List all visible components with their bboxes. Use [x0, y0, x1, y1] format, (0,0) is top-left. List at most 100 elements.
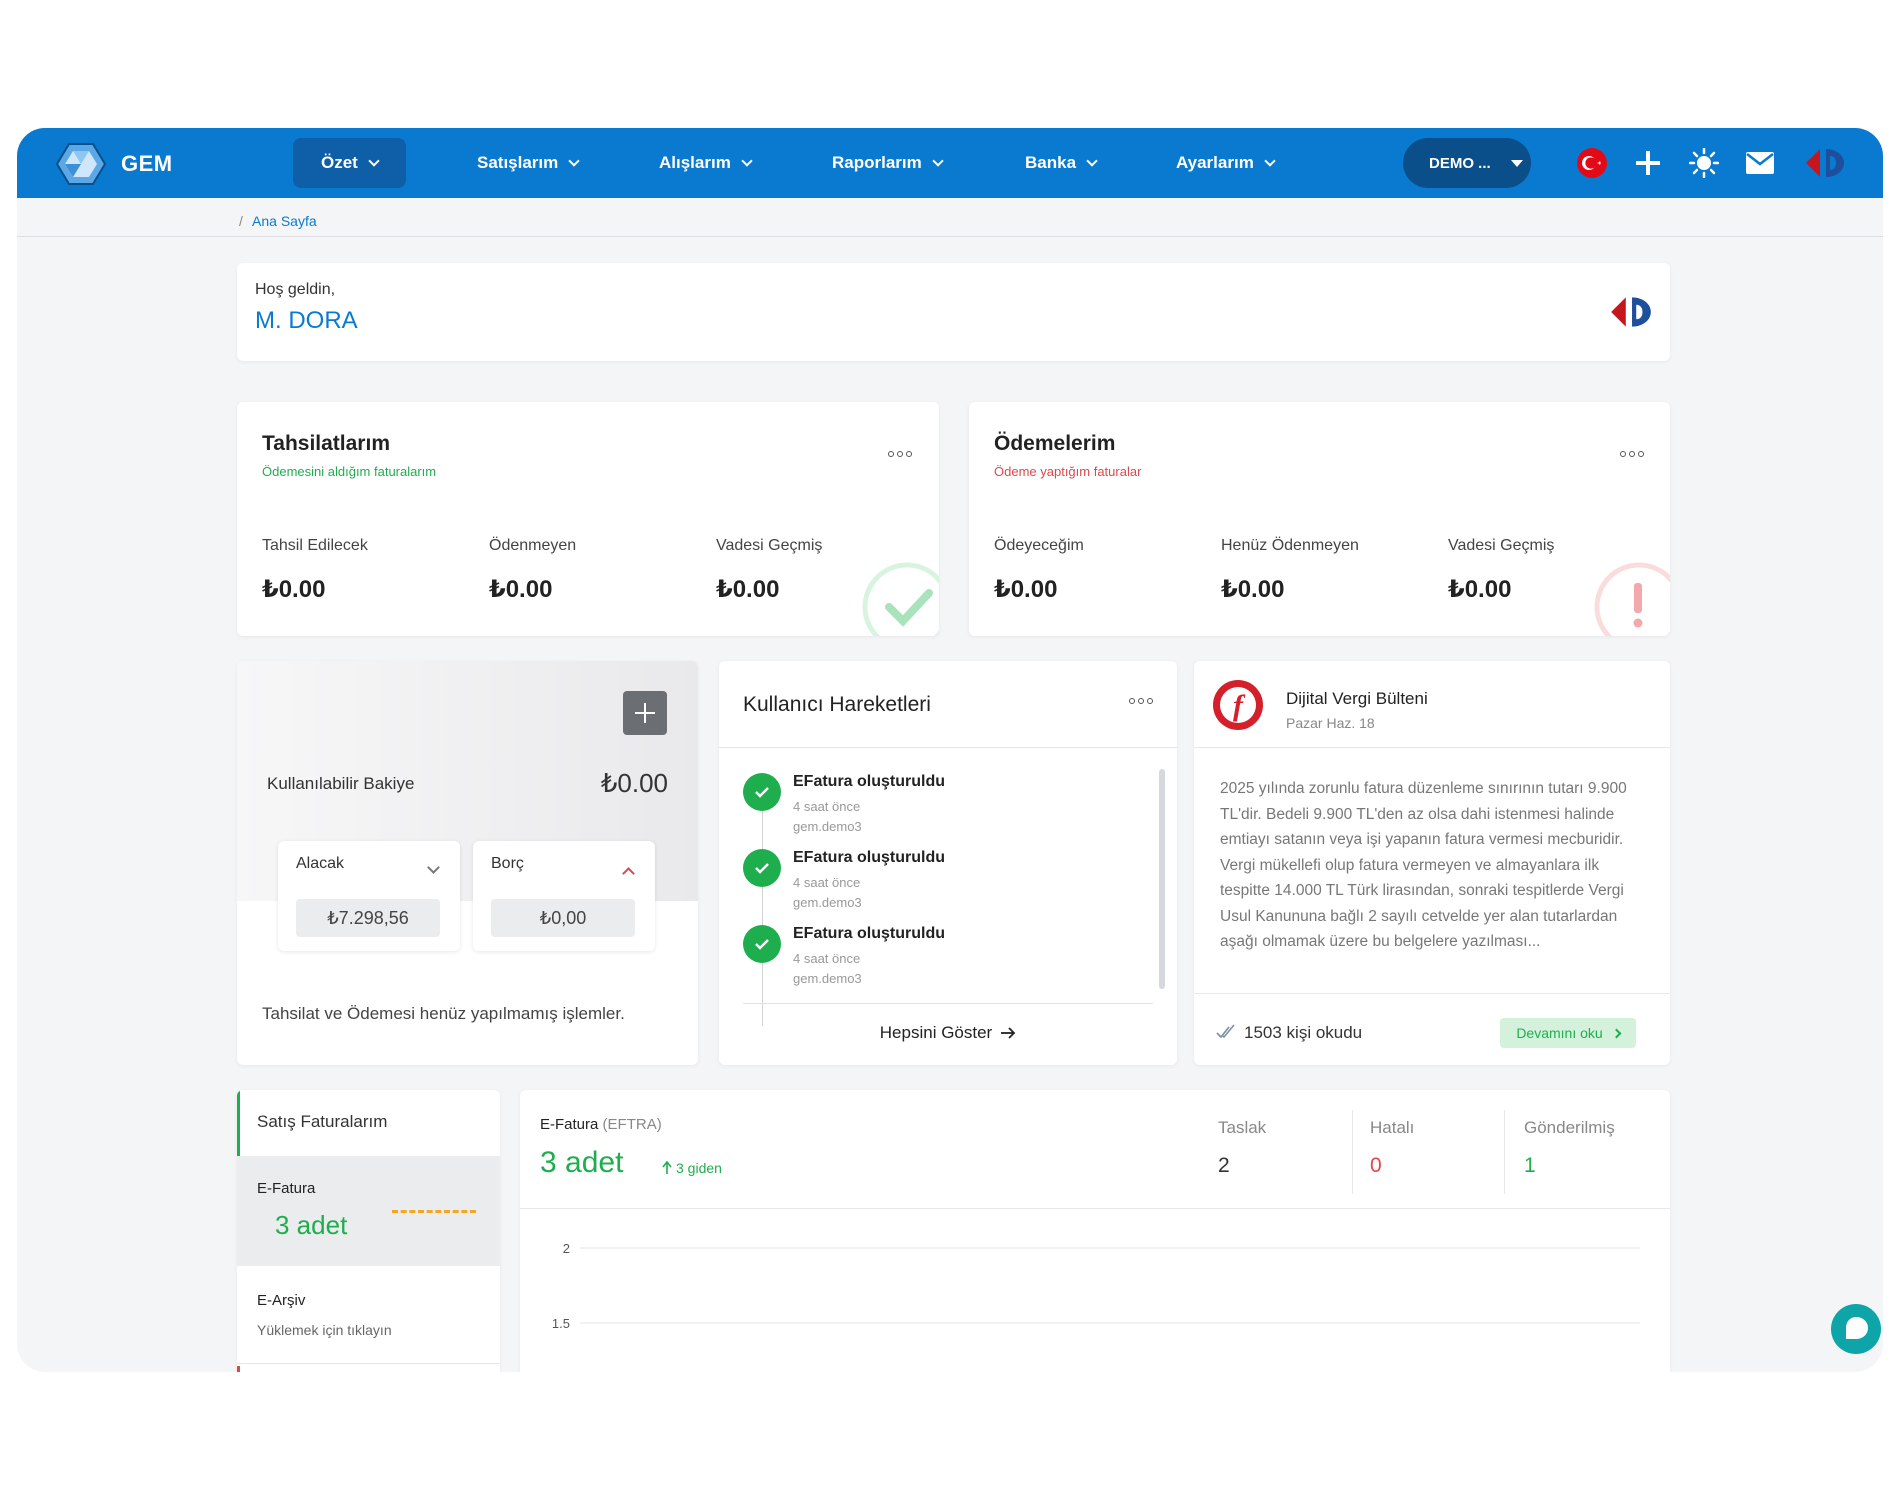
odeme-subtitle: Ödeme yaptığım faturalar [994, 464, 1142, 479]
stat-hatali-value: 0 [1370, 1154, 1382, 1177]
chevron-down-icon [1086, 154, 1098, 167]
tahsilat-card: Tahsilatlarım Ödemesini aldığım faturala… [237, 402, 939, 636]
news-card: f Dijital Vergi Bülteni Pazar Haz. 18 20… [1194, 661, 1670, 1065]
divider [719, 747, 1177, 748]
divider [520, 1208, 1670, 1209]
welcome-card: Hoş geldin, M. DORA [237, 263, 1670, 361]
brand-logo[interactable]: GEM [55, 142, 173, 186]
sun-icon[interactable] [1688, 147, 1720, 179]
chevron-down-icon [427, 861, 440, 874]
breadcrumb-divider [17, 236, 1883, 237]
caret-down-icon [1510, 159, 1523, 167]
check-icon [743, 925, 781, 963]
nav-ayarlarim[interactable]: Ayarlarım [1148, 138, 1302, 188]
tab-e-fatura[interactable]: E-Fatura 3 adet [237, 1156, 500, 1266]
arrow-up-icon [662, 1161, 672, 1174]
breadcrumb-separator: / [239, 213, 243, 229]
warning-circle-icon [1594, 562, 1670, 636]
check-circle-icon [862, 562, 939, 636]
indicator [237, 1366, 240, 1372]
tab-e-fatura-label: E-Fatura [257, 1180, 316, 1197]
activity-item-user: gem.demo3 [793, 895, 862, 910]
invoice-count: 3 adet [540, 1146, 624, 1179]
chevron-down-icon [1264, 154, 1276, 167]
chevron-down-icon [368, 154, 380, 167]
breadcrumb: / Ana Sayfa [239, 213, 317, 229]
alacak-value: ₺7.298,56 [296, 899, 440, 937]
tab-e-arsiv[interactable]: E-Arşiv Yüklemek için tıklayın [237, 1266, 500, 1364]
tahsilat-stat-label: Ödenmeyen [489, 537, 577, 554]
nav-raporlarim[interactable]: Raporlarım [804, 138, 970, 188]
more-options-icon[interactable] [1129, 698, 1153, 704]
timeline-line [762, 791, 763, 1026]
invoice-type: E-Fatura [540, 1116, 599, 1133]
divider [743, 1003, 1153, 1004]
chat-bubble-icon [1846, 1317, 1868, 1339]
borc-label: Borç [491, 855, 524, 872]
read-more-label: Devamını oku [1516, 1025, 1603, 1041]
chevron-down-icon [568, 154, 580, 167]
odeme-stat-label: Vadesi Geçmiş [1448, 537, 1555, 554]
tab-e-fatura-value: 3 adet [275, 1210, 348, 1240]
borc-value: ₺0,00 [491, 899, 635, 937]
activity-scrollbar[interactable] [1159, 769, 1165, 989]
more-options-icon[interactable] [888, 451, 912, 457]
stat-gonderilmis-value: 1 [1524, 1154, 1536, 1177]
welcome-greeting: Hoş geldin, [255, 281, 336, 298]
plus-icon [635, 703, 655, 723]
add-balance-button[interactable] [623, 691, 667, 735]
divider [1194, 747, 1670, 748]
chevron-up-icon [622, 867, 635, 880]
balance-label: Kullanılabilir Bakiye [267, 774, 415, 793]
chevron-right-icon [1611, 1028, 1622, 1038]
news-date: Pazar Haz. 18 [1286, 715, 1375, 731]
show-all-link[interactable]: Hepsini Göster [719, 1023, 1177, 1043]
activity-card: Kullanıcı Hareketleri EFatura oluşturuld… [719, 661, 1177, 1065]
tab-e-arsiv-label: E-Arşiv [257, 1292, 306, 1309]
odeme-stat-value: ₺0.00 [1448, 576, 1512, 603]
nav-alislarim[interactable]: Alışlarım [631, 138, 779, 188]
nav-banka[interactable]: Banka [997, 138, 1124, 188]
nav-alislarim-label: Alışlarım [659, 153, 731, 172]
odeme-stat-value: ₺0.00 [1221, 576, 1285, 603]
carrefour-logo-icon [1611, 297, 1651, 327]
invoice-main: E-Fatura (EFTRA) 3 adet 3 giden Taslak 2… [520, 1090, 1670, 1372]
invoice-trend: 3 giden [662, 1160, 722, 1176]
tab-e-arsiv-sub: Yüklemek için tıklayın [257, 1322, 392, 1338]
chevron-down-icon [741, 154, 753, 167]
breadcrumb-home-link[interactable]: Ana Sayfa [252, 213, 317, 229]
tahsilat-stat-value: ₺0.00 [262, 576, 326, 603]
activity-item-user: gem.demo3 [793, 819, 862, 834]
carrefour-logo-icon[interactable] [1802, 147, 1848, 179]
company-selector[interactable]: DEMO ... [1403, 138, 1531, 188]
plus-icon[interactable] [1632, 147, 1664, 179]
invoice-sidebar: Satış Faturalarım E-Fatura 3 adet E-Arşi… [237, 1090, 500, 1372]
read-more-button[interactable]: Devamını oku [1500, 1018, 1636, 1048]
tahsilat-subtitle: Ödemesini aldığım faturalarım [262, 464, 437, 479]
stat-taslak-value: 2 [1218, 1154, 1230, 1177]
news-title: Dijital Vergi Bülteni [1286, 689, 1428, 708]
nav-raporlarim-label: Raporlarım [832, 153, 922, 172]
nav-satislarim[interactable]: Satışlarım [449, 138, 606, 188]
turkey-flag-icon[interactable] [1576, 147, 1608, 179]
alacak-card[interactable]: Alacak ₺7.298,56 [278, 841, 460, 951]
alacak-label: Alacak [296, 855, 345, 872]
mail-icon[interactable] [1744, 147, 1776, 179]
odeme-title: Ödemelerim [994, 432, 1116, 455]
borc-card[interactable]: Borç ₺0,00 [473, 841, 655, 951]
nav-satislarim-label: Satışlarım [477, 153, 559, 172]
tahsilat-stat-value: ₺0.00 [716, 576, 780, 603]
chat-button[interactable] [1831, 1304, 1881, 1354]
arrow-right-icon [1001, 1027, 1016, 1039]
more-options-icon[interactable] [1620, 451, 1644, 457]
nav-ozet[interactable]: Özet [293, 138, 406, 188]
invoice-sidebar-title: Satış Faturalarım [257, 1112, 388, 1131]
check-icon [743, 849, 781, 887]
tahsilat-title: Tahsilatlarım [262, 432, 390, 455]
tahsilat-stat-label: Tahsil Edilecek [262, 537, 368, 554]
divider [1194, 993, 1670, 994]
odeme-card: Ödemelerim Ödeme yaptığım faturalar Ödey… [969, 402, 1670, 636]
company-selector-label: DEMO ... [1429, 154, 1491, 172]
balance-footer-text: Tahsilat ve Ödemesi henüz yapılmamış işl… [262, 1004, 625, 1023]
top-navbar: GEM Özet Satışlarım Alışlarım Raporlarım… [17, 128, 1883, 198]
